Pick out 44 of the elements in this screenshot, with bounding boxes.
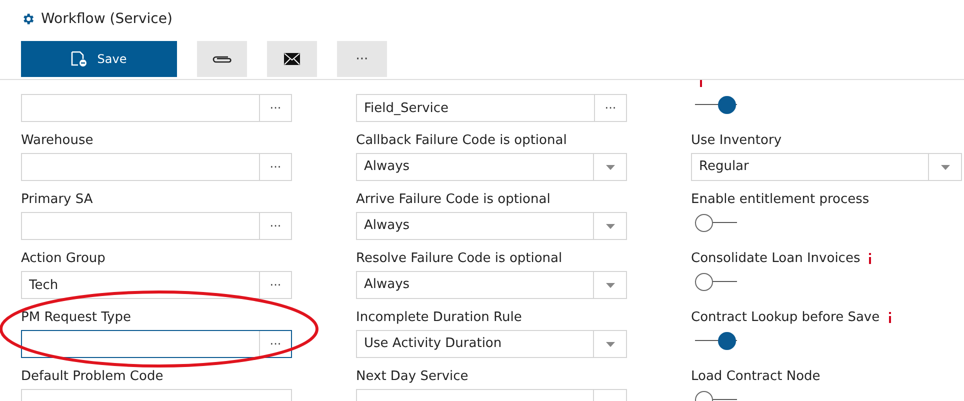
dropdown-field[interactable]: Regular bbox=[691, 153, 962, 181]
field-label: Arrive Failure Code is optional bbox=[356, 192, 550, 206]
field-label: Contract Lookup before Save bbox=[691, 310, 880, 324]
caret-icon bbox=[940, 164, 950, 170]
lookup-field[interactable]: ··· bbox=[21, 212, 292, 240]
paperclip-icon bbox=[212, 54, 232, 64]
dropdown-field[interactable]: Use Activity Duration bbox=[356, 330, 627, 358]
settings-icon bbox=[21, 12, 35, 26]
field-label: Default Problem Code bbox=[21, 368, 164, 384]
field-label: Load Contract Node bbox=[691, 368, 820, 384]
caret-icon bbox=[606, 164, 614, 170]
envelope-icon bbox=[284, 53, 300, 65]
lookup-field[interactable]: Tech ··· bbox=[21, 271, 292, 299]
lookup-field[interactable]: ··· bbox=[21, 94, 292, 122]
field-label: Enable entitlement process bbox=[691, 192, 870, 206]
field-label: Warehouse bbox=[21, 132, 94, 148]
caret-icon bbox=[606, 342, 614, 346]
field-label: Action Group bbox=[21, 250, 106, 266]
toggle-switch[interactable] bbox=[693, 330, 739, 352]
field-label: Callback Failure Code is optional bbox=[356, 132, 567, 148]
field-label: Consolidate Loan Invoices bbox=[691, 250, 860, 266]
window-title: Workflow (Service) bbox=[41, 11, 172, 27]
dropdown-field[interactable]: Always bbox=[356, 153, 627, 181]
field-label: Use Inventory bbox=[691, 132, 782, 148]
toggle-switch[interactable] bbox=[693, 212, 739, 234]
save-button[interactable]: Save bbox=[21, 41, 177, 77]
more-button[interactable]: ··· bbox=[337, 41, 387, 77]
attach-button[interactable] bbox=[197, 41, 247, 77]
caret-icon bbox=[606, 224, 614, 228]
email-button[interactable] bbox=[267, 41, 317, 77]
field-label: Primary SA bbox=[21, 192, 93, 206]
field-label: Incomplete Duration Rule bbox=[356, 310, 522, 324]
field-label: Next Day Service bbox=[356, 368, 468, 384]
toggle-switch[interactable] bbox=[693, 94, 739, 116]
dropdown-field[interactable]: Always bbox=[356, 212, 627, 240]
lookup-field[interactable]: Field_Service ··· bbox=[356, 94, 627, 122]
field-label: PM Request Type bbox=[21, 310, 131, 324]
toggle-switch[interactable] bbox=[693, 271, 739, 293]
caret-icon bbox=[606, 282, 614, 288]
lookup-field[interactable]: ··· bbox=[21, 330, 292, 358]
field-label: Resolve Failure Code is optional bbox=[356, 250, 562, 266]
dropdown-field[interactable]: Always bbox=[356, 271, 627, 299]
lookup-field[interactable]: ··· bbox=[21, 153, 292, 181]
save-icon bbox=[71, 51, 88, 67]
